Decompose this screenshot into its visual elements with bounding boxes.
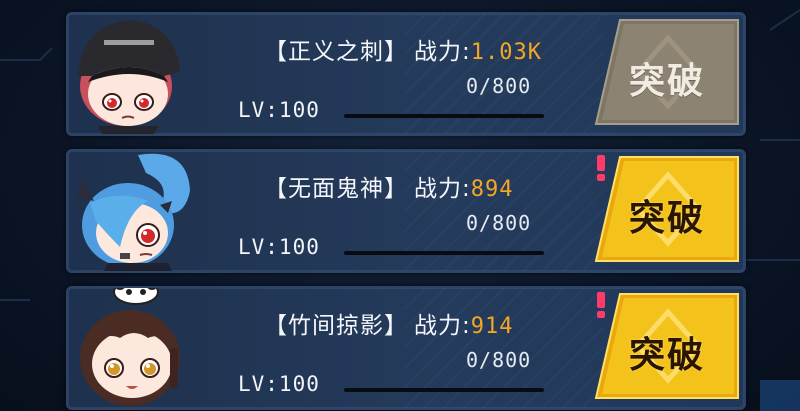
breakthrough-button[interactable]: 突破: [594, 18, 740, 126]
character-card-3[interactable]: 【竹间掠影】 战力:914 0/800 LV:100 突破: [66, 286, 746, 410]
level-label: LV:100: [238, 235, 320, 259]
character-name-line: 【竹间掠影】 战力:914: [264, 306, 514, 340]
character-card-1[interactable]: 【正义之刺】 战力:1.03K 0/800 LV:100 突破: [66, 12, 746, 136]
level-label: LV:100: [238, 372, 320, 396]
character-name: 【正义之刺】: [264, 39, 408, 65]
power-value: 894: [470, 177, 514, 202]
breakthrough-label: 突破: [628, 198, 705, 239]
power-value: 1.03K: [470, 40, 542, 65]
breakthrough-button[interactable]: 突破: [594, 155, 740, 263]
character-name-line: 【正义之刺】 战力:1.03K: [264, 32, 542, 66]
power-label: 战力:: [414, 313, 471, 339]
alert-icon: [597, 155, 605, 181]
power-value: 914: [470, 314, 514, 339]
exp-progress-bar: [344, 251, 544, 255]
character-breakthrough-screen: 【正义之刺】 战力:1.03K 0/800 LV:100 突破 【无面鬼神】 战…: [0, 0, 800, 411]
girl-blue-hair-icon: [78, 153, 190, 271]
power-label: 战力:: [414, 39, 471, 65]
character-card-2[interactable]: 【无面鬼神】 战力:894 0/800 LV:100 突破: [66, 149, 746, 273]
exp-counter: 0/800: [466, 348, 532, 372]
girl-black-cap-icon: [78, 20, 180, 134]
exp-progress-bar: [344, 114, 544, 118]
character-name-line: 【无面鬼神】 战力:894: [264, 169, 514, 203]
power-label: 战力:: [414, 176, 471, 202]
level-label: LV:100: [238, 98, 320, 122]
girl-panda-hat-icon: [80, 288, 180, 406]
breakthrough-button[interactable]: 突破: [594, 292, 740, 400]
exp-counter: 0/800: [466, 211, 532, 235]
character-name: 【竹间掠影】: [264, 313, 408, 339]
alert-icon: [597, 292, 605, 318]
exp-progress-bar: [344, 388, 544, 392]
breakthrough-label: 突破: [628, 61, 705, 102]
character-name: 【无面鬼神】: [264, 176, 408, 202]
exp-counter: 0/800: [466, 74, 532, 98]
breakthrough-label: 突破: [628, 335, 705, 376]
